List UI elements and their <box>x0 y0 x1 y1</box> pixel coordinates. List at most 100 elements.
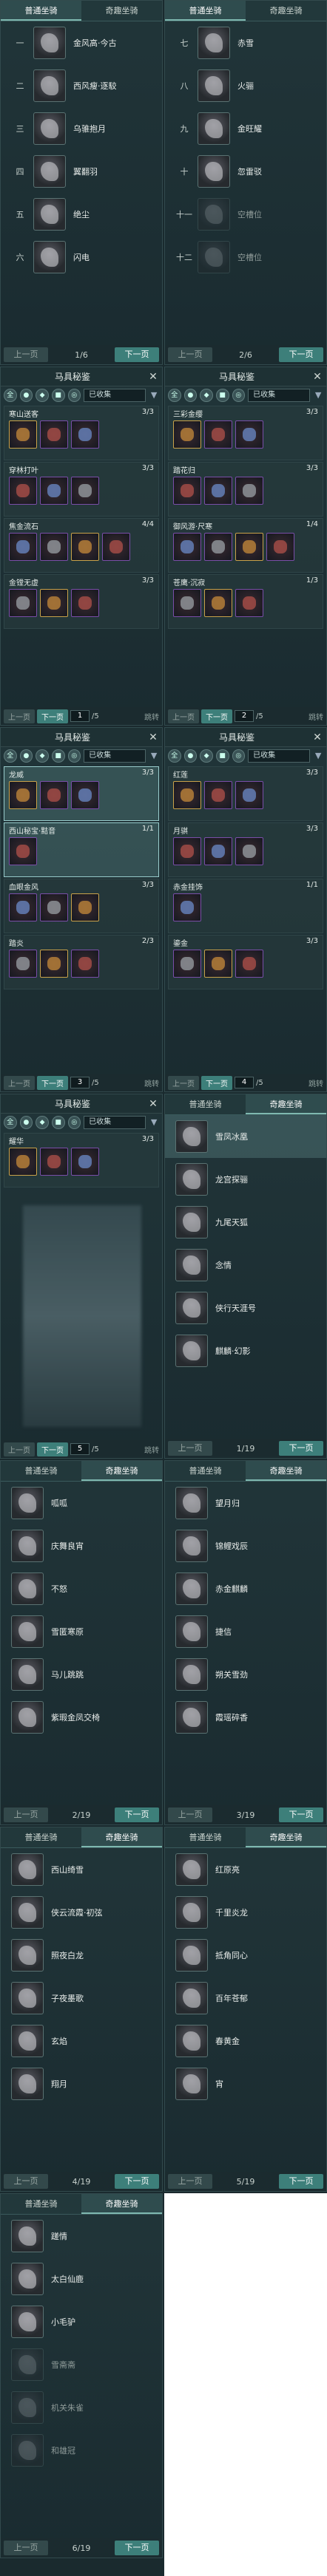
prev-button[interactable]: 上一页 <box>4 347 48 362</box>
gear-item-icon[interactable] <box>9 420 37 449</box>
filter-icon[interactable]: 全 <box>4 749 17 763</box>
filter-icon[interactable]: ◆ <box>36 389 49 402</box>
collect-select[interactable]: 已收集 <box>84 749 146 763</box>
prev-button[interactable]: 上一页 <box>4 1442 35 1456</box>
filter-icon[interactable]: ● <box>19 389 33 402</box>
prev-button[interactable]: 上一页 <box>168 709 199 723</box>
fancy-mount-row[interactable]: 侠行天涯号 <box>165 1287 326 1329</box>
gear-set[interactable]: 焦金流石 4/4 <box>4 518 159 573</box>
gear-item-icon[interactable] <box>204 837 232 865</box>
gear-item-icon[interactable] <box>204 950 232 978</box>
next-button[interactable]: 下一页 <box>37 709 68 723</box>
filter-icon[interactable]: ◎ <box>67 389 81 402</box>
filter-icon[interactable]: ◎ <box>232 389 246 402</box>
gear-item-icon[interactable] <box>9 477 37 505</box>
gear-item-icon[interactable] <box>9 533 37 561</box>
collect-select[interactable]: 已收集 <box>84 1116 146 1129</box>
prev-button[interactable]: 上一页 <box>4 2174 48 2189</box>
next-button[interactable]: 下一页 <box>115 2541 159 2555</box>
prev-button[interactable]: 上一页 <box>168 1441 212 1456</box>
prev-button[interactable]: 上一页 <box>168 1075 199 1090</box>
next-button[interactable]: 下一页 <box>201 1075 232 1090</box>
gear-item-icon[interactable] <box>235 837 263 865</box>
mount-row[interactable]: 八 火骊 <box>165 64 326 107</box>
tab-normal[interactable]: 普通坐骑 <box>1 2194 81 2214</box>
gear-item-icon[interactable] <box>204 781 232 809</box>
gear-item-icon[interactable] <box>235 477 263 505</box>
next-button[interactable]: 下一页 <box>279 1807 323 1822</box>
filter-icon[interactable]: ■ <box>51 1116 65 1129</box>
gear-set[interactable]: 苍鹰·沉寂 1/3 <box>168 574 323 629</box>
gear-set[interactable]: 三彩金缨 3/3 <box>168 406 323 460</box>
gear-set[interactable]: 穿林打叶 3/3 <box>4 462 159 517</box>
gear-item-icon[interactable] <box>173 781 201 809</box>
gear-item-icon[interactable] <box>204 533 232 561</box>
fancy-mount-row[interactable]: 庆舞良宵 <box>1 1524 162 1567</box>
fancy-mount-row[interactable]: 太白仙鹿 <box>1 2258 162 2300</box>
collect-select[interactable]: 已收集 <box>248 749 311 763</box>
fancy-mount-row[interactable]: 望月归 <box>165 1482 326 1524</box>
fancy-mount-row[interactable]: 紫瑕金凤交椅 <box>1 1696 162 1739</box>
fancy-mount-row[interactable]: 玄焰 <box>1 2020 162 2062</box>
next-button[interactable]: 下一页 <box>279 2174 323 2189</box>
fancy-mount-row[interactable]: 雪匿寒原 <box>1 1610 162 1653</box>
next-button[interactable]: 下一页 <box>37 1442 68 1456</box>
collect-select[interactable]: 已收集 <box>84 389 146 402</box>
filter-icon[interactable]: ◆ <box>36 1116 49 1129</box>
funnel-icon[interactable]: ▼ <box>149 1117 159 1128</box>
jump-button[interactable]: 跳转 <box>144 711 159 722</box>
gear-item-icon[interactable] <box>173 893 201 921</box>
filter-icon[interactable]: ◆ <box>200 389 213 402</box>
gear-item-icon[interactable] <box>235 533 263 561</box>
fancy-mount-row[interactable]: 九尾天狐 <box>165 1201 326 1244</box>
fancy-mount-row[interactable]: 小毛驴 <box>1 2300 162 2343</box>
funnel-icon[interactable]: ▼ <box>313 390 323 401</box>
fancy-mount-row[interactable]: 春黄金 <box>165 2020 326 2062</box>
gear-set[interactable]: 御风游·尺寒 1/4 <box>168 518 323 573</box>
tab-normal[interactable]: 普通坐骑 <box>165 1461 246 1481</box>
gear-item-icon[interactable] <box>235 589 263 617</box>
filter-icon[interactable]: ◆ <box>200 749 213 763</box>
gear-item-icon[interactable] <box>235 420 263 449</box>
gear-set[interactable]: 西山秘宝·黠音 1/1 <box>4 822 159 877</box>
close-icon[interactable]: ✕ <box>309 371 326 383</box>
gear-item-icon[interactable] <box>173 950 201 978</box>
prev-button[interactable]: 上一页 <box>4 709 35 723</box>
fancy-mount-row[interactable]: 捷信 <box>165 1610 326 1653</box>
gear-item-icon[interactable] <box>9 893 37 921</box>
gear-item-icon[interactable] <box>71 781 99 809</box>
tab-fancy[interactable]: 奇趣坐骑 <box>81 2194 162 2214</box>
gear-item-icon[interactable] <box>235 950 263 978</box>
fancy-mount-row[interactable]: 侠云流霞·初弦 <box>1 1891 162 1934</box>
gear-item-icon[interactable] <box>71 589 99 617</box>
fancy-mount-row[interactable]: 千里炎龙 <box>165 1891 326 1934</box>
filter-icon[interactable]: ◎ <box>67 749 81 763</box>
filter-icon[interactable]: ● <box>19 749 33 763</box>
tab-normal[interactable]: 普通坐骑 <box>165 1827 246 1847</box>
page-input[interactable]: 3 <box>70 1077 90 1088</box>
filter-icon[interactable]: 全 <box>4 389 17 402</box>
gear-item-icon[interactable] <box>40 893 68 921</box>
fancy-mount-row[interactable]: 雪斋斋 <box>1 2343 162 2386</box>
gear-set[interactable]: 耀华 3/3 <box>4 1133 159 1188</box>
mount-row[interactable]: 六 闪电 <box>1 236 162 279</box>
fancy-mount-row[interactable]: 机关朱雀 <box>1 2386 162 2429</box>
fancy-mount-row[interactable]: 西山绮雪 <box>1 1848 162 1891</box>
gear-set[interactable]: 龙威 3/3 <box>4 766 159 821</box>
filter-icon[interactable]: ● <box>19 1116 33 1129</box>
mount-row[interactable]: 十 忽雷驳 <box>165 150 326 193</box>
fancy-mount-row[interactable]: 抵角同心 <box>165 1934 326 1977</box>
gear-item-icon[interactable] <box>173 589 201 617</box>
gear-set[interactable]: 踏花归 3/3 <box>168 462 323 517</box>
fancy-mount-row[interactable]: 念情 <box>165 1244 326 1287</box>
mount-row[interactable]: 十一 空槽位 <box>165 193 326 236</box>
gear-set[interactable]: 金镗无虚 3/3 <box>4 574 159 629</box>
gear-item-icon[interactable] <box>102 533 130 561</box>
prev-button[interactable]: 上一页 <box>168 2174 212 2189</box>
next-button[interactable]: 下一页 <box>201 709 232 723</box>
mount-row[interactable]: 一 金风高·今古 <box>1 21 162 64</box>
next-button[interactable]: 下一页 <box>115 1807 159 1822</box>
page-input[interactable]: 2 <box>235 710 254 722</box>
fancy-mount-row[interactable]: 龙宫探骊 <box>165 1158 326 1201</box>
tab-fancy[interactable]: 奇趣坐骑 <box>81 1827 162 1847</box>
